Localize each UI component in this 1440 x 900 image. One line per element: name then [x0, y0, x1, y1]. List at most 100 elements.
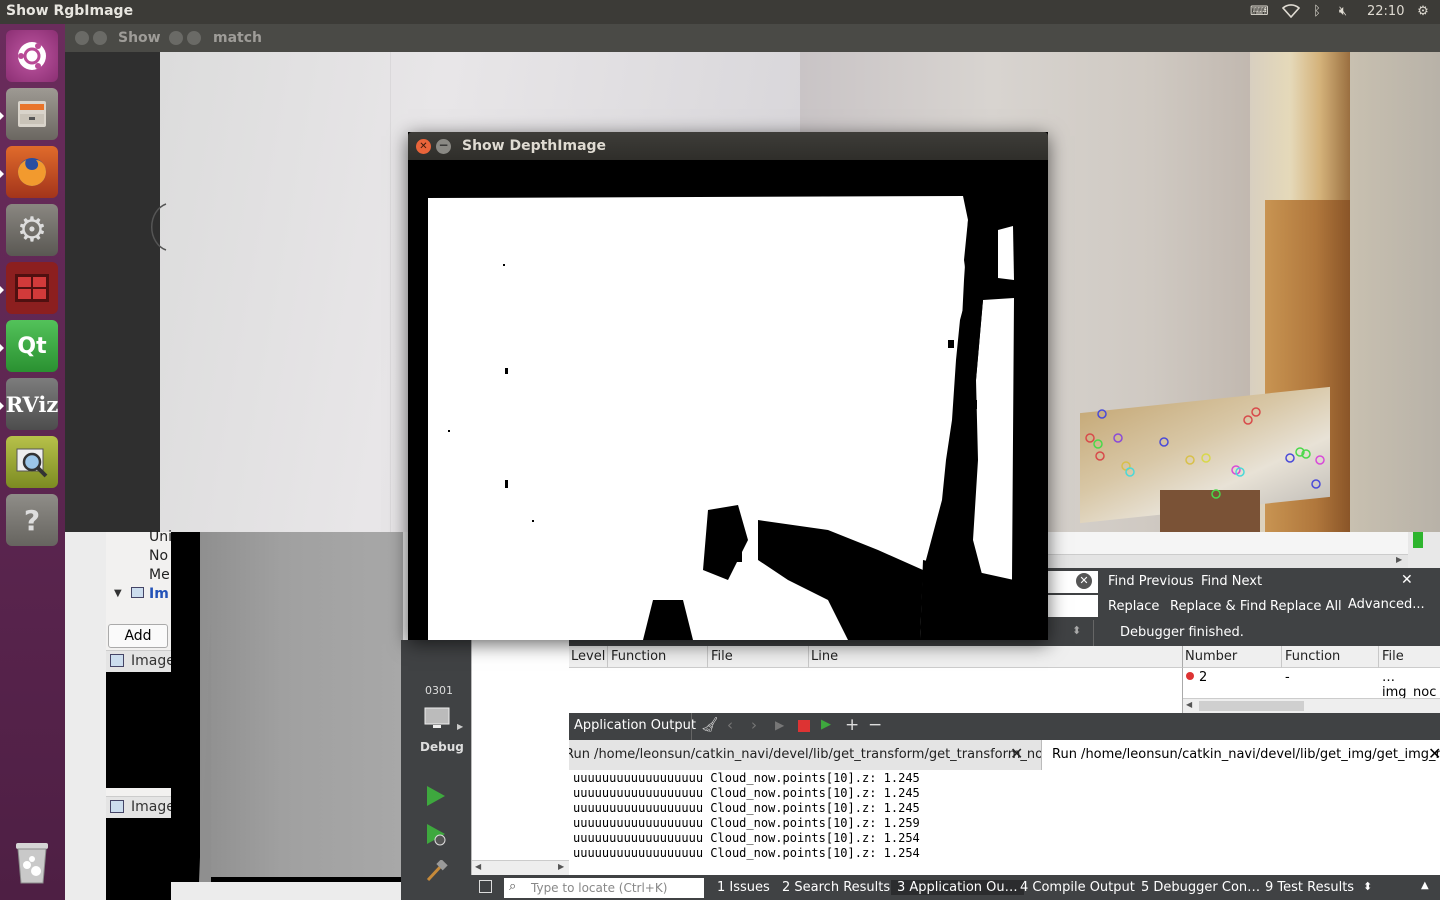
launcher-system-settings[interactable]: ⚙: [6, 204, 58, 256]
find-next-button[interactable]: Find Next: [1201, 574, 1262, 589]
editor-hscrollbar[interactable]: ▶: [1048, 554, 1408, 568]
find-previous-button[interactable]: Find Previous: [1108, 574, 1194, 589]
camera-image-dark-strip: [65, 52, 160, 532]
run-tab-transform[interactable]: Run /home/leonsun/catkin_navi/devel/lib/…: [569, 740, 1041, 770]
clock[interactable]: 22:10: [1367, 4, 1404, 19]
column-header-level[interactable]: Level: [571, 649, 605, 664]
image-item-2[interactable]: Image: [106, 796, 175, 818]
close-tab-icon[interactable]: ✕: [1428, 744, 1440, 763]
tree-item[interactable]: Me: [149, 567, 170, 583]
kit-arrow-icon[interactable]: ▶: [457, 722, 463, 731]
clear-output-icon[interactable]: 🧹︎: [701, 717, 719, 733]
scroll-right-icon[interactable]: ▶: [558, 862, 564, 871]
launcher-help[interactable]: ?: [6, 494, 58, 546]
column-separator: [808, 646, 809, 668]
scroll-right-icon[interactable]: ▶: [1396, 555, 1402, 564]
stop-icon[interactable]: [798, 720, 810, 732]
rerun-icon[interactable]: ▶: [775, 718, 784, 732]
find-replace-bar: ✕ Find Previous Find Next ✕ Replace Repl…: [1048, 568, 1440, 620]
tree-item[interactable]: Uni: [149, 529, 172, 545]
minimize-icon[interactable]: −: [436, 139, 451, 154]
add-button[interactable]: Add: [108, 624, 168, 648]
launcher-workspaces[interactable]: [6, 262, 58, 314]
zoom-in-icon[interactable]: +: [845, 715, 859, 735]
breakpoint-file: …img_noc: [1382, 670, 1437, 700]
attach-run-icon[interactable]: ▶: [821, 717, 831, 732]
previous-item-icon[interactable]: ‹: [727, 716, 733, 734]
scroll-left-icon[interactable]: ◀: [475, 862, 481, 871]
breakpoint-row[interactable]: 2 - …img_noc: [1183, 668, 1440, 700]
launcher-dash[interactable]: [6, 30, 58, 82]
pane-tab-issues[interactable]: 1 Issues: [717, 880, 770, 895]
bluetooth-icon[interactable]: ᛒ: [1308, 4, 1326, 20]
clear-find-icon[interactable]: ✕: [1076, 573, 1092, 589]
expand-arrow-icon[interactable]: ▼: [114, 588, 122, 599]
run-icon[interactable]: [425, 784, 447, 808]
build-hammer-icon[interactable]: [425, 860, 449, 882]
tree-item[interactable]: No: [149, 548, 168, 564]
locator-input[interactable]: ⌕ Type to locate (Ctrl+K): [504, 878, 704, 898]
launcher-image-viewer[interactable]: [6, 436, 58, 488]
next-item-icon[interactable]: ›: [751, 716, 757, 734]
tree-item-selected[interactable]: Im: [149, 586, 169, 602]
project-tree-pane[interactable]: ◀ ▶: [471, 640, 570, 875]
output-line: uuuuuuuuuuuuuuuuuu Cloud_now.points[10].…: [573, 801, 920, 815]
horizontal-scrollbar[interactable]: ◀ ▶: [472, 860, 570, 875]
column-separator: [1281, 646, 1282, 668]
close-icon[interactable]: [75, 31, 89, 45]
launcher-files[interactable]: [6, 88, 58, 140]
close-icon[interactable]: ✕: [416, 139, 431, 154]
column-header-line[interactable]: Line: [811, 649, 838, 664]
advanced-button[interactable]: Advanced...: [1348, 597, 1425, 612]
launcher-rviz[interactable]: RViz: [6, 378, 58, 430]
image-item-1[interactable]: Image: [106, 650, 175, 672]
depth-image: [408, 160, 1048, 640]
scroll-left-icon[interactable]: ◀: [1186, 700, 1192, 709]
depth-image-window: ✕ − Show DepthImage: [408, 132, 1048, 640]
column-header-file[interactable]: File: [1382, 649, 1404, 664]
toggle-sidebar-icon[interactable]: [479, 880, 492, 893]
zoom-out-icon[interactable]: −: [868, 715, 882, 735]
pane-tab-debugger-console[interactable]: 5 Debugger Con…: [1141, 880, 1260, 895]
column-header-function[interactable]: Function: [1285, 649, 1340, 664]
output-pane-toggle-icon[interactable]: ▲: [1421, 880, 1429, 891]
close-icon[interactable]: [169, 31, 183, 45]
pane-tab-search-results[interactable]: 2 Search Results: [782, 880, 890, 895]
image-seam: [390, 52, 391, 532]
run-tab-img[interactable]: Run /home/leonsun/catkin_navi/devel/lib/…: [1041, 740, 1440, 770]
depth-window-titlebar[interactable]: ✕ − Show DepthImage: [408, 132, 1048, 160]
minimize-icon[interactable]: [187, 31, 201, 45]
image-label: Image: [131, 799, 175, 815]
monitor-icon[interactable]: [423, 706, 451, 730]
pane-tab-test-results[interactable]: 9 Test Results: [1265, 880, 1354, 895]
top-panel: Show RgbImage ⌨ ᛒ 🔇︎ 22:10 ⚙: [0, 0, 1440, 24]
application-output-text[interactable]: uuuuuuuuuuuuuuuuuu Cloud_now.points[10].…: [569, 770, 1440, 875]
replace-button[interactable]: Replace: [1108, 599, 1159, 614]
minimize-icon[interactable]: [93, 31, 107, 45]
volume-muted-icon[interactable]: 🔇︎: [1334, 4, 1352, 20]
launcher-qt-creator[interactable]: Qt: [6, 320, 58, 372]
replace-and-find-button[interactable]: Replace & Find: [1170, 599, 1266, 614]
close-tab-icon[interactable]: ✕: [1010, 744, 1023, 763]
debug-run-icon[interactable]: [425, 822, 449, 848]
column-header-number[interactable]: Number: [1185, 649, 1237, 664]
launcher-firefox[interactable]: [6, 146, 58, 198]
replace-input[interactable]: [1048, 595, 1098, 617]
pane-tab-compile-output[interactable]: 4 Compile Output: [1020, 880, 1135, 895]
pane-tab-application-output[interactable]: 3 Application Ou…: [891, 880, 1024, 895]
scroll-thumb[interactable]: [1199, 701, 1304, 711]
replace-all-button[interactable]: Replace All: [1270, 599, 1342, 614]
column-header-file[interactable]: File: [711, 649, 733, 664]
column-header-function[interactable]: Function: [611, 649, 666, 664]
wifi-icon[interactable]: [1281, 4, 1301, 20]
editor-bottom-area: ▶: [1048, 532, 1440, 568]
stack-view-body[interactable]: [569, 668, 1182, 713]
breakpoints-hscrollbar[interactable]: ◀: [1183, 698, 1440, 713]
keyboard-icon[interactable]: ⌨: [1250, 4, 1269, 20]
updown-icon[interactable]: ⬍: [1072, 624, 1081, 637]
gear-icon[interactable]: ⚙: [1414, 4, 1432, 20]
more-tabs-icon[interactable]: ⬍: [1363, 880, 1372, 893]
launcher-running-indicator: [0, 286, 4, 294]
launcher-trash[interactable]: [6, 836, 58, 888]
close-find-icon[interactable]: ✕: [1401, 572, 1413, 588]
